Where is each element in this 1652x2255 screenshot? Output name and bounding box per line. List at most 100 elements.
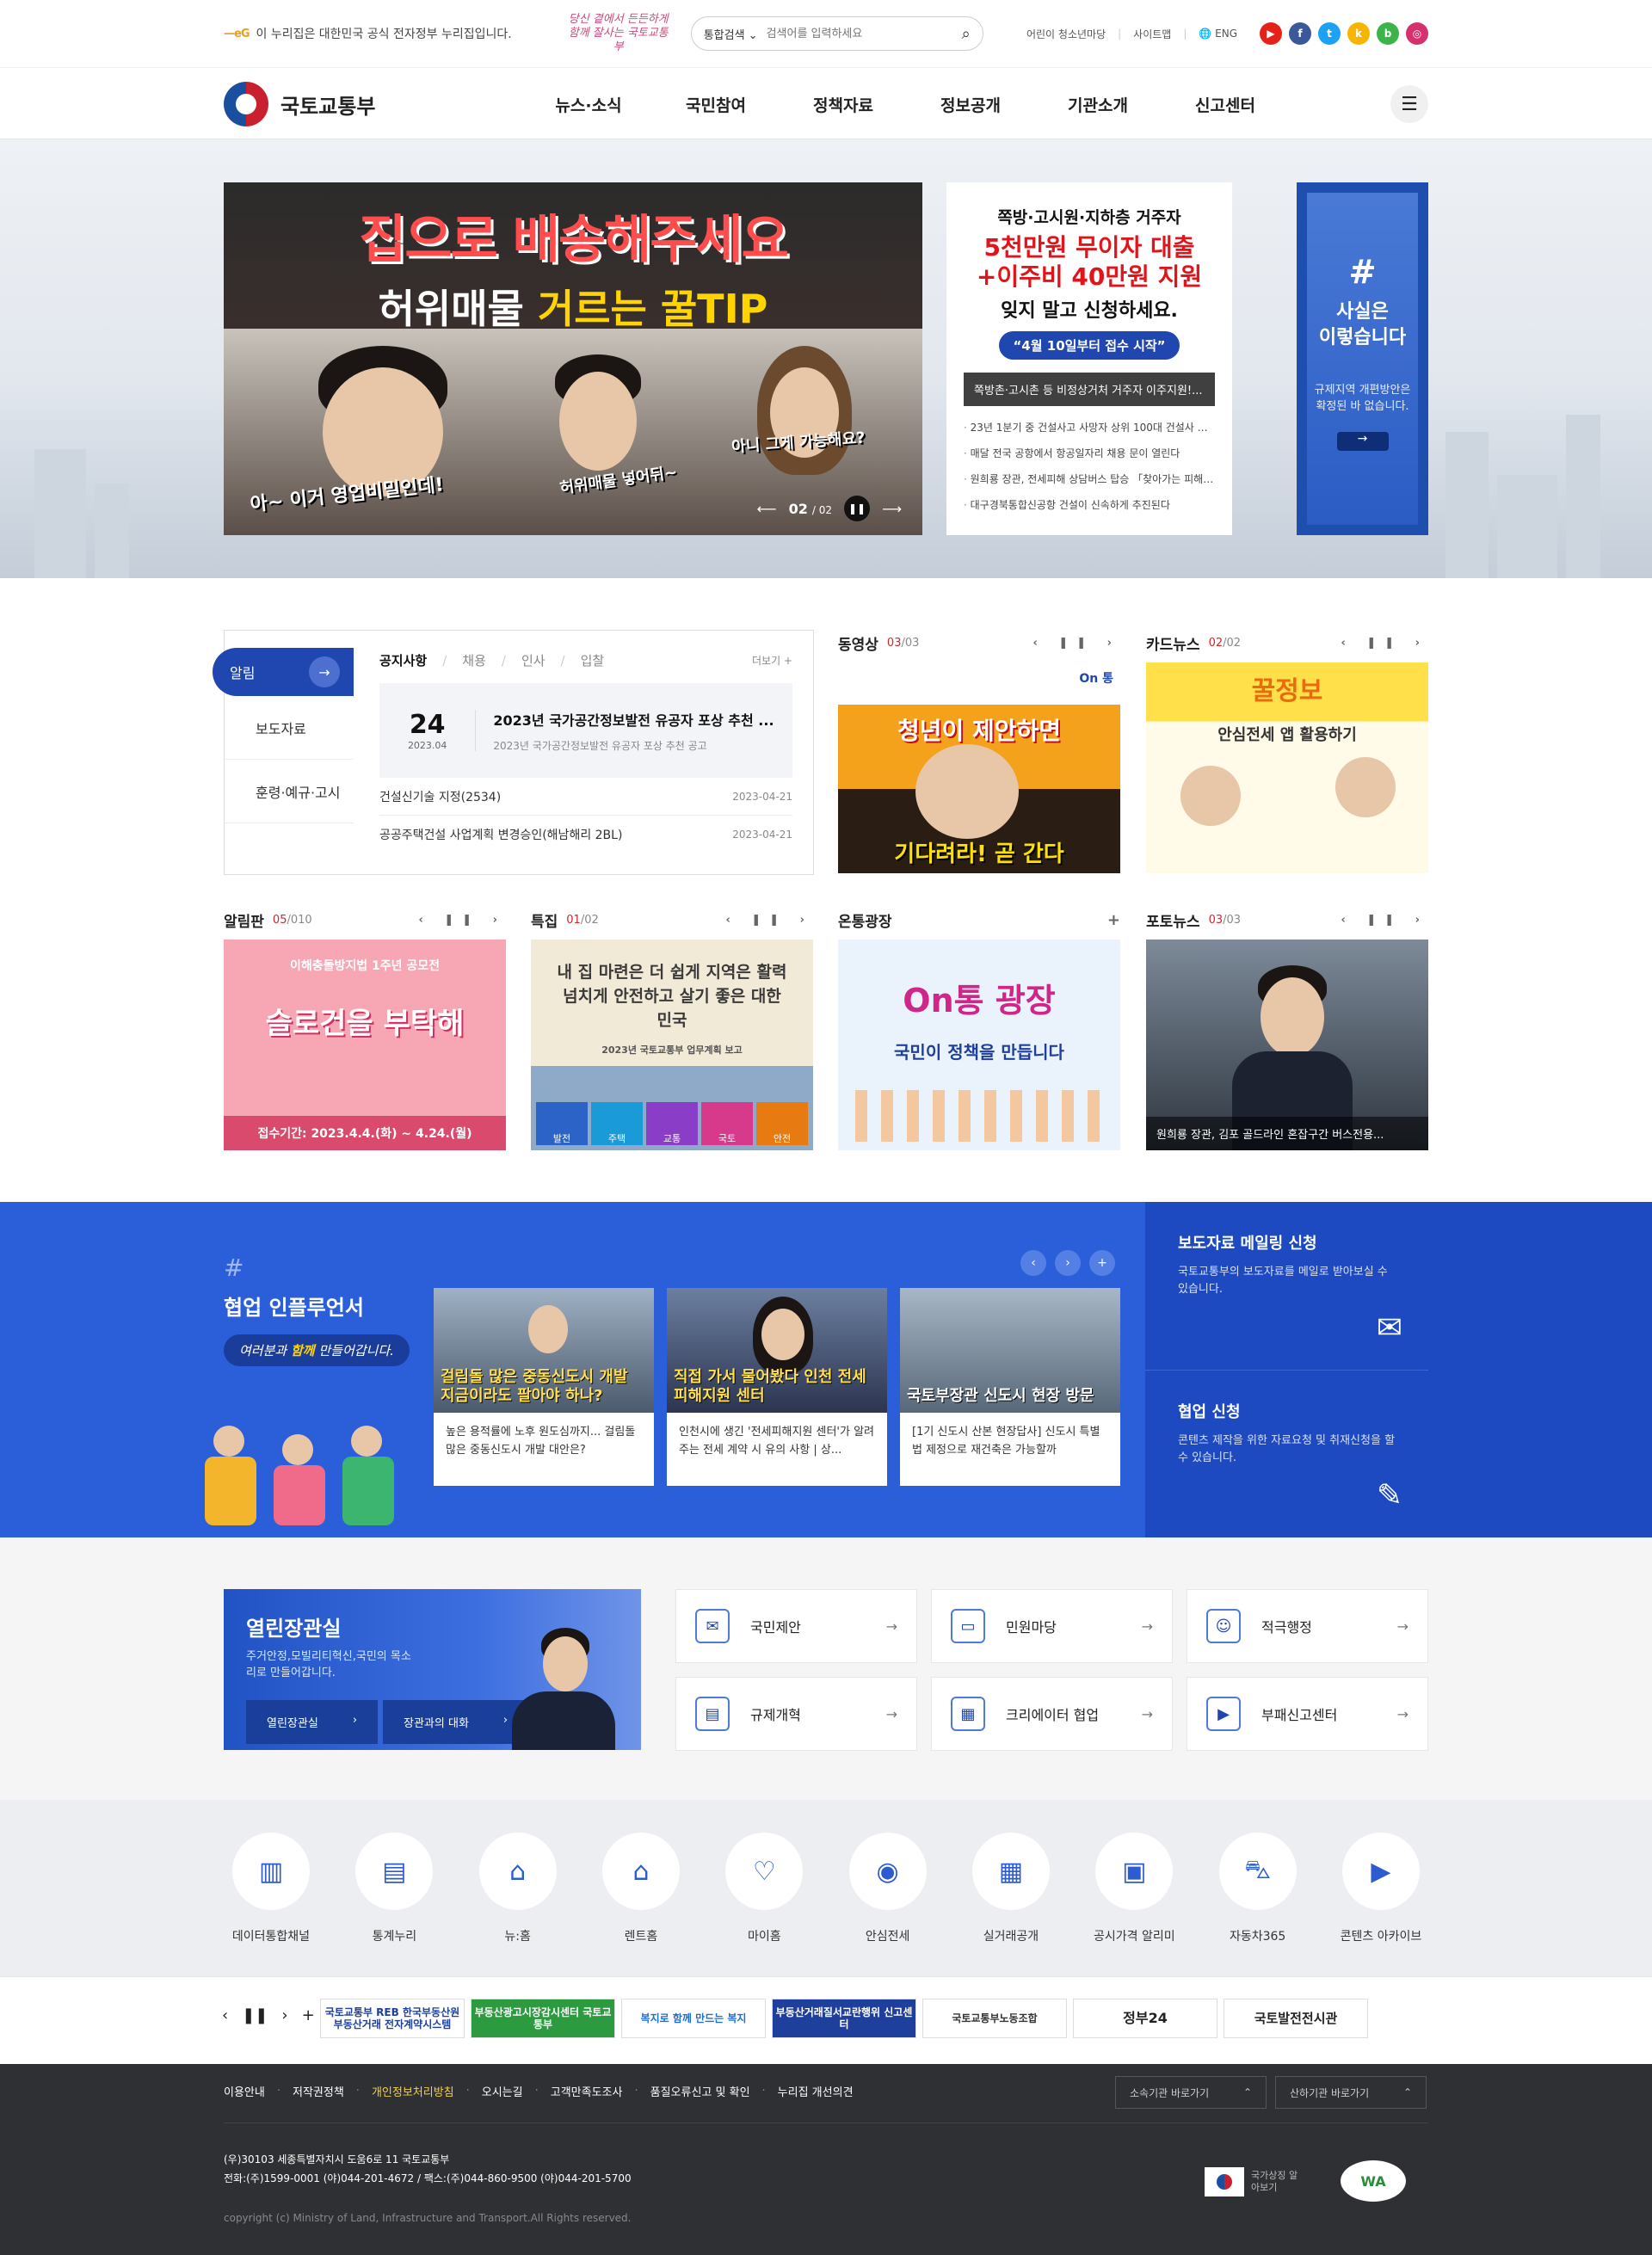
youtube-icon[interactable]: ▶	[1260, 22, 1282, 45]
subtab-bid[interactable]: 입찰	[581, 651, 605, 669]
tile-controls[interactable]: ‹ ❚❚ ›	[418, 914, 506, 927]
more-link[interactable]: 더보기 +	[752, 653, 792, 668]
menu-policy[interactable]: 정책자료	[780, 93, 907, 116]
banner-item[interactable]: 국토발전전시관	[1224, 1999, 1368, 2038]
quick-newhome[interactable]: ⌂ 뉴:홈	[471, 1833, 565, 1944]
national-symbol-link[interactable]: 국가상징 알아보기	[1205, 2167, 1303, 2196]
service-active-admin[interactable]: ☺ 적극행정 →	[1187, 1589, 1428, 1663]
next-arrow-icon[interactable]: ›	[1055, 1250, 1081, 1276]
search-input[interactable]	[766, 27, 962, 40]
featured-notice[interactable]: 24 2023.04 2023년 국가공간정보발전 유공자 포상 추천 ... 20…	[379, 683, 792, 778]
tile-controls[interactable]: ‹ ❚❚ ›	[725, 914, 813, 927]
hero-main-slide[interactable]: 집으로 배송해주세요 허위매물 거르는 꿀TIP 아~ 이거 영업비밀인데! 허…	[224, 182, 922, 535]
banner-item[interactable]: 부동산광고시장감시센터 국토교통부	[471, 1999, 615, 2038]
tab-rules[interactable]: 훈령·예규·고시	[225, 760, 354, 823]
list-item[interactable]: 원희룡 장관, 전세피해 상담버스 탑승 「찾아가는 피해지...	[964, 466, 1215, 492]
tab-press[interactable]: 보도자료	[225, 696, 354, 760]
tile-controls[interactable]: ‹ ❚❚ ›	[1341, 914, 1428, 927]
service-regulation[interactable]: ▤ 규제개혁 →	[675, 1677, 917, 1751]
service-proposal[interactable]: ✉ 국민제안 →	[675, 1589, 917, 1663]
hero-prev-arrow-icon[interactable]: ⟵	[757, 501, 777, 517]
search-scope-select[interactable]: 통합검색 ⌄	[704, 26, 758, 42]
tile-controls[interactable]: ‹ ❚❚ ›	[1341, 637, 1428, 650]
open-minister-button[interactable]: 열린장관실 ›	[246, 1700, 379, 1744]
plaza-thumbnail[interactable]: On통 광장 국민이 정책을 만듭니다	[838, 940, 1120, 1150]
quick-safe-lease[interactable]: ◉ 안심전세	[841, 1833, 935, 1944]
quick-official-price[interactable]: ▣ 공시가격 알리미	[1087, 1833, 1181, 1944]
influencer-card[interactable]: 걸림돌 많은 중동신도시 개발 지금이라도 팔아야 하나? 높은 용적률에 노후…	[434, 1288, 654, 1486]
banner-item[interactable]: 부동산거래질서교란행위 신고센터	[772, 1999, 916, 2038]
banner-item[interactable]: 국토교통부노동조합	[922, 1999, 1067, 2038]
banner-item[interactable]: 복지로 함께 만드는 복지	[621, 1999, 766, 2038]
subtab-announcement[interactable]: 공지사항	[379, 651, 427, 669]
prev-arrow-icon[interactable]: ‹	[1020, 1250, 1046, 1276]
hero-next-arrow-icon[interactable]: ⟶	[882, 501, 902, 517]
footer-link[interactable]: 누리집 개선의견	[778, 2083, 854, 2099]
footer-link[interactable]: 품질오류신고 및 확인	[650, 2083, 750, 2099]
next-arrow-icon[interactable]: ›	[281, 2006, 287, 2024]
footer-link-privacy[interactable]: 개인정보처리방침	[372, 2083, 454, 2099]
quick-data-channel[interactable]: ▥ 데이터통합채널	[224, 1833, 318, 1944]
mailing-request[interactable]: 보도자료 메일링 신청 국토교통부의 보도자료를 메일로 받아보실 수 있습니다…	[1145, 1202, 1428, 1370]
quick-renthome[interactable]: ⌂ 렌트홈	[594, 1833, 688, 1944]
footer-link[interactable]: 고객만족도조사	[551, 2083, 623, 2099]
facebook-icon[interactable]: f	[1289, 22, 1311, 45]
subtab-personnel[interactable]: 인사	[521, 651, 546, 669]
tab-notice[interactable]: 알림 →	[213, 648, 354, 696]
hero-pause-button[interactable]: ❚❚	[844, 496, 871, 521]
quick-real-price[interactable]: ▦ 실거래공개	[964, 1833, 1058, 1944]
fact-check-banner[interactable]: # 사실은 이렇습니다 규제지역 개편방안은 확정된 바 없습니다. →	[1297, 182, 1428, 535]
quick-archive[interactable]: ▶ 콘텐츠 아카이브	[1334, 1833, 1428, 1944]
menu-info[interactable]: 정보공개	[907, 93, 1034, 116]
cardnews-thumbnail[interactable]: 꿀정보 안심전세 앱 활용하기	[1146, 662, 1428, 873]
list-item[interactable]: 대구경북통합신공항 건설이 신속하게 추진된다	[964, 492, 1215, 518]
special-thumbnail[interactable]: 내 집 마련은 더 쉽게 지역은 활력 넘치게 안전하고 살기 좋은 대한민국 …	[531, 940, 813, 1150]
quick-stats[interactable]: ▤ 통계누리	[347, 1833, 441, 1944]
instagram-icon[interactable]: ◎	[1406, 22, 1428, 45]
talk-with-minister-button[interactable]: 장관과의 대화 ›	[383, 1700, 529, 1744]
quick-myhome[interactable]: ♡ 마이홈	[717, 1833, 811, 1944]
plus-icon[interactable]: +	[1107, 911, 1120, 929]
plus-icon[interactable]: +	[1089, 1250, 1115, 1276]
influencer-card[interactable]: 국토부장관 신도시 현장 방문 [1기 신도시 산본 현장답사] 신도시 특별법…	[900, 1288, 1120, 1486]
influencer-card[interactable]: 직접 가서 물어봤다 인천 전세피해지원 센터 인천시에 생긴 '전세피해지원 …	[667, 1288, 887, 1486]
list-item[interactable]: 매달 전국 공항에서 항공일자리 채용 문이 열린다	[964, 441, 1215, 466]
hero-card-banner[interactable]: 쪽방·고시원·지하층 거주자 5천만원 무이자 대출 +이주비 40만원 지원 잊…	[946, 182, 1232, 406]
pause-icon[interactable]: ❚❚	[242, 2006, 268, 2024]
board-thumbnail[interactable]: 이해충돌방지법 1주년 공모전 슬로건을 부탁해 접수기간: 2023.4.4.…	[224, 940, 506, 1150]
search-icon[interactable]: ⌕	[962, 25, 971, 43]
plus-icon[interactable]: +	[302, 2006, 315, 2024]
service-corruption[interactable]: ▶ 부패신고센터 →	[1187, 1677, 1428, 1751]
affiliated-select[interactable]: 소속기관 바로가기 ⌃	[1115, 2076, 1267, 2109]
subtab-recruit[interactable]: 채용	[462, 651, 486, 669]
menu-news[interactable]: 뉴스·소식	[525, 93, 652, 116]
gov-mark[interactable]: —eG 이 누리집은 대한민국 공식 전자정부 누리집입니다.	[224, 25, 512, 42]
subsidiary-select[interactable]: 산하기관 바로가기 ⌃	[1275, 2076, 1427, 2109]
kids-link[interactable]: 어린이 청소년마당	[1026, 27, 1106, 41]
footer-link[interactable]: 오시는길	[482, 2083, 523, 2099]
prev-arrow-icon[interactable]: ‹	[222, 2006, 228, 2024]
table-row[interactable]: 건설신기술 지정(2534) 2023-04-21	[379, 778, 792, 816]
arrow-right-icon[interactable]: →	[1336, 432, 1389, 451]
service-creator[interactable]: ▦ 크리에이터 협업 →	[931, 1677, 1173, 1751]
table-row[interactable]: 공공주택건설 사업계획 변경승인(해남해리 2BL) 2023-04-21	[379, 816, 792, 853]
footer-link[interactable]: 저작권정책	[293, 2083, 344, 2099]
blog-icon[interactable]: b	[1377, 22, 1399, 45]
list-item[interactable]: 23년 1분기 중 건설사고 사망자 상위 100대 건설사 명단 ...	[964, 415, 1215, 441]
tile-controls[interactable]: ‹ ❚❚ ›	[1032, 637, 1120, 650]
video-thumbnail[interactable]: On 통 청년이 제안하면 기다려라! 곧 간다	[838, 662, 1120, 873]
site-logo[interactable]: 국토교통부	[224, 82, 525, 126]
banner-item[interactable]: 정부24	[1073, 1999, 1217, 2038]
menu-report[interactable]: 신고센터	[1162, 93, 1289, 116]
sitemap-link[interactable]: 사이트맵	[1133, 27, 1171, 41]
kakaostory-icon[interactable]: k	[1347, 22, 1370, 45]
english-link[interactable]: 🌐 ENG	[1199, 28, 1237, 40]
twitter-icon[interactable]: t	[1318, 22, 1341, 45]
quick-car365[interactable]: ⛍ 자동차365	[1211, 1833, 1305, 1944]
menu-participation[interactable]: 국민참여	[652, 93, 780, 116]
cooperation-request[interactable]: 협업 신청 콘텐츠 제작을 위한 자료요청 및 취재신청을 할 수 있습니다. …	[1145, 1370, 1428, 1537]
banner-item[interactable]: 국토교통부 REB 한국부동산원 부동산거래 전자계약시스템	[320, 1999, 465, 2038]
hamburger-menu-icon[interactable]: ☰	[1390, 85, 1428, 123]
service-civil[interactable]: ▭ 민원마당 →	[931, 1589, 1173, 1663]
footer-link[interactable]: 이용안내	[224, 2083, 265, 2099]
